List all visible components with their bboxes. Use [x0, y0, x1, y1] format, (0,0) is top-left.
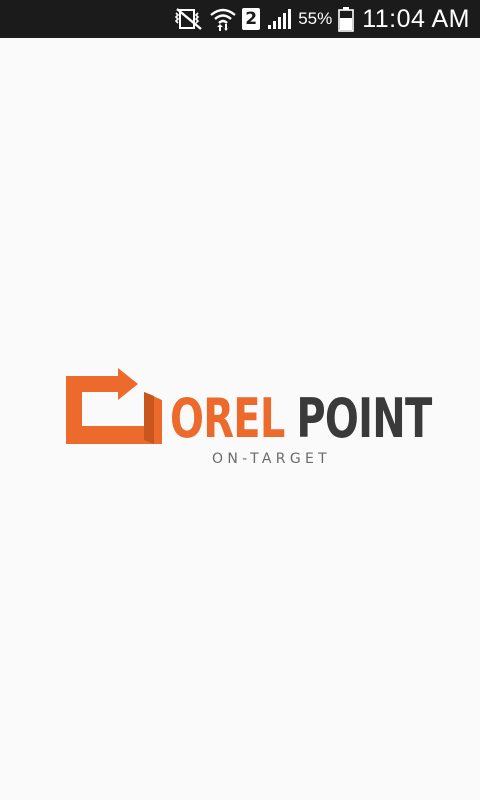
clock: 11:04 AM	[362, 4, 470, 33]
status-bar: 2 55% 11:04 AM	[0, 0, 480, 38]
battery-percent: 55%	[298, 9, 333, 28]
wifi-icon	[210, 0, 236, 38]
brand-word-point: POINT	[296, 387, 432, 450]
refresh-arrow-logo-icon	[66, 368, 162, 444]
silent-vibrate-icon	[174, 0, 204, 38]
sim-slot-label: 2	[242, 8, 261, 30]
splash-screen: 2 55% 11:04 AM OREL POINT ON-TARGET	[0, 0, 480, 800]
brand-word-orel: OREL	[170, 387, 285, 450]
battery-icon	[338, 0, 355, 38]
brand-logo: OREL POINT ON-TARGET	[66, 366, 432, 470]
brand-wordmark: OREL POINT	[170, 392, 432, 446]
brand-tagline: ON-TARGET	[212, 451, 331, 467]
signal-icon	[266, 0, 292, 38]
sim-2-icon: 2	[242, 0, 261, 38]
